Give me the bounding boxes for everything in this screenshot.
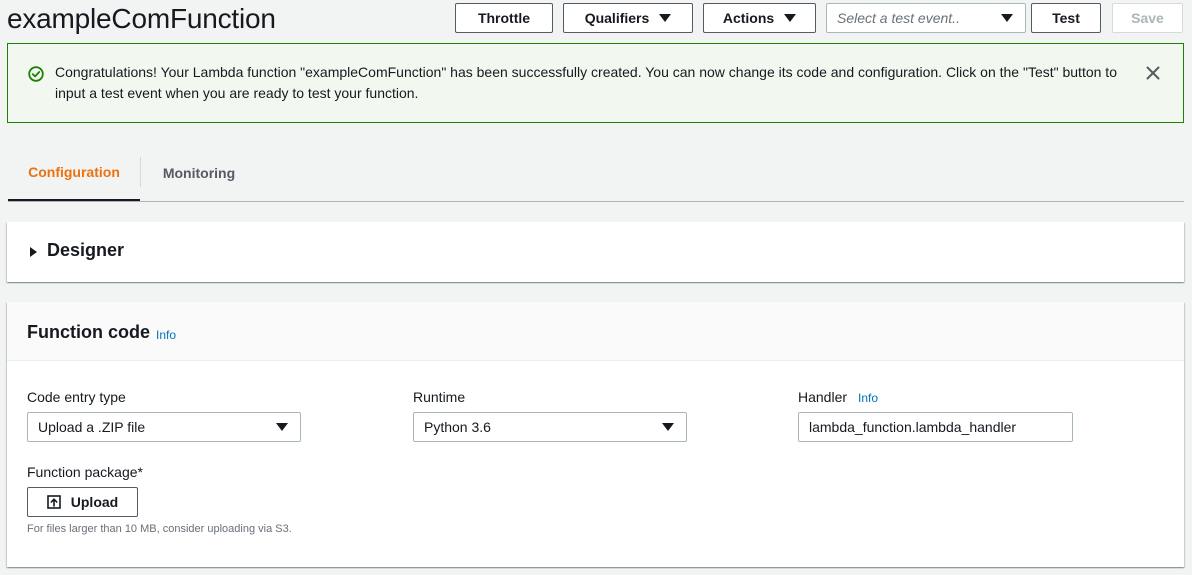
test-button-label: Test bbox=[1052, 10, 1080, 26]
designer-title: Designer bbox=[47, 240, 125, 260]
tab-monitoring-label: Monitoring bbox=[162, 164, 236, 181]
success-banner: Congratulations! Your Lambda function "e… bbox=[7, 43, 1184, 123]
caret-down-icon bbox=[1001, 14, 1013, 22]
save-button-label: Save bbox=[1131, 10, 1164, 26]
qualifiers-button[interactable]: Qualifiers bbox=[563, 3, 693, 33]
runtime-label: Runtime bbox=[413, 389, 466, 405]
code-entry-type-label: Code entry type bbox=[27, 389, 126, 405]
close-icon[interactable] bbox=[1146, 66, 1160, 80]
page-title: exampleComFunction bbox=[7, 3, 276, 34]
banner-message: Congratulations! Your Lambda function "e… bbox=[55, 64, 1117, 101]
function-code-header: Function code Info bbox=[7, 302, 1184, 361]
page-header: exampleComFunction Throttle Qualifiers A… bbox=[0, 0, 1192, 40]
tab-bar: Configuration Monitoring bbox=[8, 144, 1184, 202]
handler-info-link[interactable]: Info bbox=[858, 391, 878, 405]
test-event-select[interactable]: Select a test event.. bbox=[826, 3, 1026, 33]
upload-button[interactable]: Upload bbox=[27, 487, 138, 517]
upload-button-label: Upload bbox=[70, 494, 119, 510]
tab-configuration[interactable]: Configuration bbox=[8, 144, 140, 201]
tab-configuration-label: Configuration bbox=[28, 163, 120, 180]
caret-down-icon bbox=[276, 423, 288, 431]
handler-input[interactable] bbox=[798, 412, 1073, 442]
function-package-label: Function package* bbox=[27, 464, 143, 480]
throttle-button-label: Throttle bbox=[477, 10, 531, 26]
check-circle-icon bbox=[28, 66, 44, 82]
runtime-value: Python 3.6 bbox=[424, 419, 491, 435]
function-code-info-link[interactable]: Info bbox=[156, 328, 176, 342]
actions-button-label: Actions bbox=[722, 10, 775, 26]
save-button[interactable]: Save bbox=[1112, 3, 1183, 33]
caret-down-icon bbox=[662, 423, 674, 431]
runtime-select[interactable]: Python 3.6 bbox=[413, 412, 687, 442]
qualifiers-button-label: Qualifiers bbox=[584, 10, 650, 26]
code-entry-type-value: Upload a .ZIP file bbox=[38, 419, 146, 435]
designer-panel[interactable]: Designer bbox=[7, 222, 1184, 282]
function-code-panel: Function code Info Code entry type Uploa… bbox=[7, 302, 1184, 567]
function-code-title: Function code bbox=[27, 322, 150, 342]
tab-monitoring[interactable]: Monitoring bbox=[141, 144, 257, 201]
code-entry-type-select[interactable]: Upload a .ZIP file bbox=[27, 412, 301, 442]
test-event-placeholder: Select a test event.. bbox=[837, 10, 960, 26]
actions-button[interactable]: Actions bbox=[703, 3, 816, 33]
caret-down-icon bbox=[784, 14, 797, 22]
expand-triangle-icon bbox=[30, 247, 37, 257]
handler-label: Handler bbox=[798, 389, 848, 405]
caret-down-icon bbox=[659, 14, 672, 22]
upload-hint: For files larger than 10 MB, consider up… bbox=[27, 523, 292, 535]
test-button[interactable]: Test bbox=[1031, 3, 1101, 33]
upload-icon bbox=[46, 495, 61, 509]
throttle-button[interactable]: Throttle bbox=[455, 3, 553, 33]
